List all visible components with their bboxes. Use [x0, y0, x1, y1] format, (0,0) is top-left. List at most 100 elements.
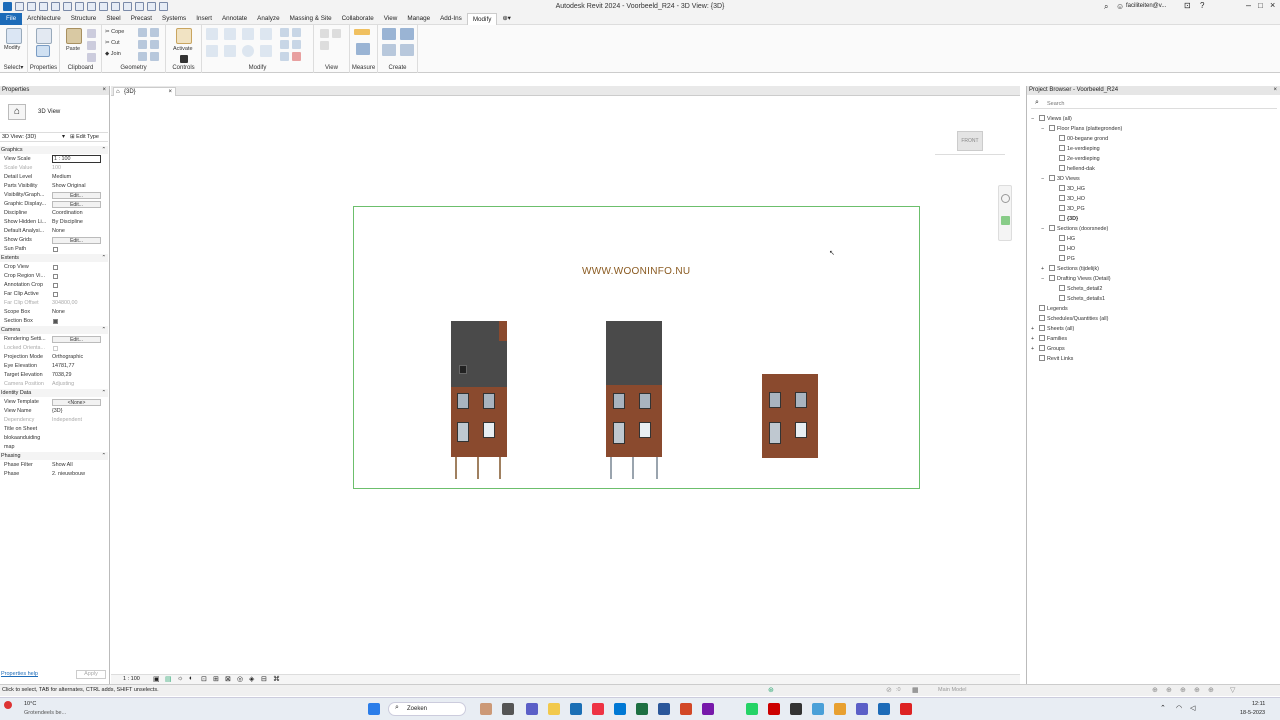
user-icon[interactable]: ☺ — [1116, 2, 1124, 11]
building-3-facade[interactable] — [762, 374, 818, 458]
network-app-icon[interactable] — [812, 703, 824, 715]
crop-region-checkbox[interactable] — [53, 274, 58, 279]
minimize-icon[interactable]: – — [1246, 0, 1251, 10]
browser-node[interactable]: HO — [1051, 245, 1075, 254]
prop-sun-path[interactable]: Sun Path — [0, 245, 108, 254]
select-pinned-icon[interactable]: ⊕ — [1180, 686, 1186, 694]
close-icon[interactable]: × — [1270, 0, 1275, 10]
split-face-icon[interactable] — [138, 40, 147, 49]
building-1-window[interactable] — [457, 393, 469, 409]
select-group-label[interactable]: Select▾ — [0, 64, 27, 71]
steering-wheel-icon[interactable] — [1001, 194, 1010, 203]
building-2-window[interactable] — [613, 393, 625, 409]
browser-node[interactable]: Schets_detail2 — [1051, 285, 1102, 294]
prop-phase-filter[interactable]: Phase Filter Show All — [0, 461, 108, 470]
tab-architecture[interactable]: Architecture — [22, 13, 66, 25]
prop-section-box[interactable]: Section Box — [0, 317, 108, 326]
split-icon[interactable] — [280, 28, 289, 37]
prop-title-on-sheet[interactable]: Title on Sheet — [0, 425, 108, 434]
browser-node[interactable]: Legends — [1031, 305, 1068, 314]
text-icon[interactable] — [99, 2, 108, 11]
crop-view-icon[interactable]: ⊡ — [201, 675, 207, 683]
instance-selector[interactable]: 3D View: {3D} ▾ ⊞ Edit Type — [0, 132, 108, 142]
browser-node[interactable]: 1e-verdieping — [1051, 145, 1100, 154]
browser-node[interactable]: 3D_HO — [1051, 195, 1085, 204]
browser-node[interactable]: 2e-verdieping — [1051, 155, 1100, 164]
match-type-icon[interactable] — [87, 53, 96, 62]
expand-toggle-icon[interactable]: − — [1031, 115, 1039, 124]
open-icon[interactable] — [15, 2, 24, 11]
widgets-icon[interactable] — [480, 703, 492, 715]
file-explorer-icon[interactable] — [548, 703, 560, 715]
browser-node[interactable]: − Floor Plans (plattegronden) — [1041, 125, 1122, 134]
prop-crop-region-visible[interactable]: Crop Region Vi... — [0, 272, 108, 281]
tab-structure[interactable]: Structure — [66, 13, 102, 25]
expand-toggle-icon[interactable]: + — [1031, 335, 1039, 344]
geometry-tool-icon[interactable] — [138, 28, 147, 37]
tab-collaborate[interactable]: Collaborate — [337, 13, 379, 25]
building-1-window[interactable] — [483, 422, 495, 438]
prop-discipline[interactable]: Discipline Coordination — [0, 209, 108, 218]
building-1-door[interactable] — [457, 422, 469, 442]
cart-icon[interactable]: ⊡ — [1184, 1, 1191, 10]
annotation-crop-checkbox[interactable] — [53, 283, 58, 288]
dropdown-icon[interactable]: ▾ — [62, 133, 65, 140]
wall-joins-icon[interactable] — [150, 28, 159, 37]
select-links-icon[interactable]: ⊕ — [1152, 686, 1158, 694]
building-3-door[interactable] — [769, 422, 781, 444]
tab-manage[interactable]: Manage — [402, 13, 435, 25]
building-2-door[interactable] — [613, 422, 625, 444]
move-arrows-icon[interactable] — [180, 55, 188, 63]
thin-lines-icon[interactable] — [135, 2, 144, 11]
browser-node[interactable]: 3D_HG — [1051, 185, 1085, 194]
shadows-icon[interactable]: ◐ — [189, 675, 193, 682]
building-1-dormer-window[interactable] — [459, 365, 467, 374]
trim-icon[interactable] — [260, 45, 272, 57]
viewcube-front-label[interactable]: FRONT — [961, 138, 978, 144]
visual-style-icon[interactable]: ▤ — [165, 675, 172, 683]
contextual-tab-icon[interactable]: ⊕▾ — [497, 13, 515, 25]
browser-search-input[interactable] — [1047, 99, 1247, 108]
word-icon[interactable] — [658, 703, 670, 715]
dimension-icon[interactable] — [356, 43, 370, 55]
prop-view-scale[interactable]: View Scale 1 : 100 — [0, 155, 108, 164]
powerpoint-icon[interactable] — [680, 703, 692, 715]
tab-massing-site[interactable]: Massing & Site — [285, 13, 337, 25]
rotate-icon[interactable] — [242, 45, 254, 57]
browser-node[interactable]: HG — [1051, 235, 1075, 244]
cope-button[interactable]: ✂ Cope — [105, 29, 124, 35]
acrobat-icon[interactable] — [768, 703, 780, 715]
close-tab-icon[interactable]: × — [168, 88, 172, 96]
browser-node[interactable]: + Sections (tijdelijk) — [1041, 265, 1099, 274]
clock-date[interactable]: 18-5-2023 — [1240, 710, 1265, 716]
browser-node[interactable]: + Families — [1031, 335, 1067, 344]
browser-node[interactable]: − Sections (doorsnede) — [1041, 225, 1108, 234]
browser-search[interactable]: ⌕ — [1031, 99, 1277, 109]
tab-precast[interactable]: Precast — [126, 13, 157, 25]
model-icon[interactable]: ▦ — [912, 686, 919, 694]
create-assembly-icon[interactable] — [382, 28, 396, 40]
activate-icon[interactable] — [176, 28, 192, 44]
category-identity-data[interactable]: Identity Data ⌃ — [0, 389, 108, 397]
show-crop-icon[interactable]: ⊞ — [213, 675, 219, 683]
prop-eye-elevation[interactable]: Eye Elevation 14781,77 — [0, 362, 108, 371]
active-model[interactable]: Main Model — [938, 687, 966, 693]
move-icon[interactable] — [206, 45, 218, 57]
whatsapp-icon[interactable] — [746, 703, 758, 715]
array-icon[interactable] — [292, 28, 301, 37]
building-2-roof[interactable] — [606, 321, 662, 385]
prop-phase[interactable]: Phase 2. nieuwbouw — [0, 470, 108, 479]
tab-file[interactable]: File — [0, 12, 23, 25]
close-properties-icon[interactable]: × — [102, 86, 106, 95]
save-icon[interactable] — [27, 2, 36, 11]
browser-node[interactable]: 3D_PG — [1051, 205, 1085, 214]
teams-app-icon[interactable] — [856, 703, 868, 715]
temp-hide-icon[interactable]: ◎ — [237, 675, 243, 683]
modify-cursor-icon[interactable] — [6, 28, 22, 44]
browser-node[interactable]: − 3D Views — [1041, 175, 1080, 184]
filter-icon[interactable]: ▽ — [1230, 686, 1235, 694]
prop-detail-level[interactable]: Detail Level Medium — [0, 173, 108, 182]
cut-button[interactable]: ✂ Cut — [105, 40, 120, 46]
prop-show-grids[interactable]: Show Grids Edit... — [0, 236, 108, 245]
wifi-icon[interactable]: ◠ — [1176, 704, 1182, 712]
